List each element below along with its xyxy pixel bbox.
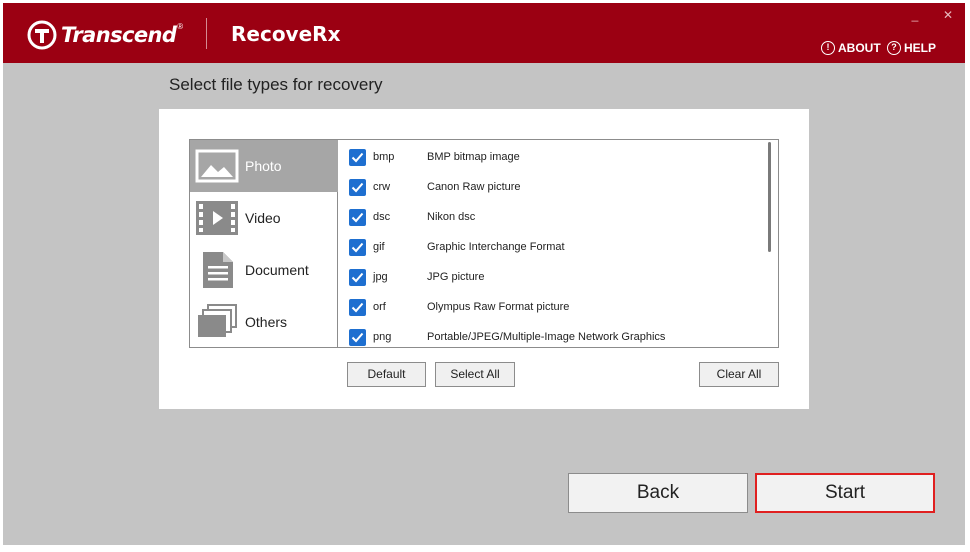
type-extension: orf: [373, 301, 386, 313]
type-description: JPG picture: [427, 271, 485, 283]
category-label: Photo: [245, 158, 282, 174]
clear-all-button[interactable]: Clear All: [699, 362, 779, 387]
type-checkbox[interactable]: [349, 178, 366, 196]
transcend-logo: Transcend ®: [27, 20, 183, 50]
category-photo[interactable]: Photo: [190, 140, 338, 192]
file-type-card: Photo Video Document Others bmp BMP bitm…: [159, 109, 809, 409]
type-description: Portable/JPEG/Multiple-Image Network Gra…: [427, 331, 666, 343]
category-document[interactable]: Document: [190, 244, 338, 296]
select-all-button[interactable]: Select All: [435, 362, 515, 387]
document-icon: [203, 252, 233, 288]
start-button[interactable]: Start: [755, 473, 935, 513]
type-description: Nikon dsc: [427, 211, 476, 223]
file-type-scrollbar[interactable]: [766, 140, 778, 347]
others-icon: [198, 304, 237, 337]
list-item: gif Graphic Interchange Format: [339, 232, 765, 262]
list-item: bmp BMP bitmap image: [339, 142, 765, 172]
list-item: png Portable/JPEG/Multiple-Image Network…: [339, 322, 765, 347]
brand-name: Transcend: [61, 23, 177, 47]
type-description: BMP bitmap image: [427, 151, 520, 163]
category-video[interactable]: Video: [190, 192, 338, 244]
list-item: dsc Nikon dsc: [339, 202, 765, 232]
type-description: Graphic Interchange Format: [427, 241, 565, 253]
checkmark-icon: [351, 152, 364, 162]
help-label: HELP: [904, 41, 937, 55]
photo-icon: [195, 149, 239, 183]
list-item: orf Olympus Raw Format picture: [339, 292, 765, 322]
type-extension: crw: [373, 181, 391, 193]
category-label: Document: [245, 262, 309, 278]
about-label: ABOUT: [838, 41, 881, 55]
file-type-panel: Photo Video Document Others bmp BMP bitm…: [189, 139, 779, 348]
minimize-button[interactable]: _: [907, 7, 923, 23]
checkmark-icon: [351, 212, 364, 222]
type-extension: dsc: [373, 211, 391, 223]
checkmark-icon: [351, 302, 364, 312]
registered-mark: ®: [177, 22, 184, 31]
type-extension: gif: [373, 241, 385, 253]
page-heading: Select file types for recovery: [169, 75, 383, 94]
about-link[interactable]: ! ABOUT: [821, 40, 881, 56]
category-label: Others: [245, 314, 288, 330]
checkmark-icon: [351, 182, 364, 192]
type-extension: png: [373, 331, 392, 343]
app-window: Transcend ® RecoveRx _ ✕ ! ABOUT ? HELP …: [3, 3, 965, 545]
type-description: Canon Raw picture: [427, 181, 521, 193]
type-checkbox[interactable]: [349, 208, 366, 226]
back-button[interactable]: Back: [568, 473, 748, 513]
type-checkbox[interactable]: [349, 268, 366, 286]
category-label: Video: [245, 210, 281, 226]
close-button[interactable]: ✕: [940, 7, 956, 23]
app-title: RecoveRx: [231, 22, 341, 46]
list-item: jpg JPG picture: [339, 262, 765, 292]
category-list: Photo Video Document Others: [190, 140, 338, 347]
default-button[interactable]: Default: [347, 362, 426, 387]
category-others[interactable]: Others: [190, 296, 338, 348]
scrollbar-thumb[interactable]: [768, 142, 771, 252]
type-checkbox[interactable]: [349, 148, 366, 166]
help-link[interactable]: ? HELP: [887, 40, 936, 56]
type-extension: bmp: [373, 151, 395, 163]
checkmark-icon: [351, 332, 364, 342]
type-extension: jpg: [373, 271, 388, 283]
info-icon: !: [821, 41, 835, 55]
transcend-logo-icon: [27, 20, 57, 50]
list-item: crw Canon Raw picture: [339, 172, 765, 202]
type-description: Olympus Raw Format picture: [427, 301, 570, 313]
question-icon: ?: [887, 41, 901, 55]
type-checkbox[interactable]: [349, 298, 366, 316]
type-checkbox[interactable]: [349, 238, 366, 256]
title-divider: [206, 18, 207, 49]
type-checkbox[interactable]: [349, 328, 366, 346]
checkmark-icon: [351, 272, 364, 282]
file-type-list: bmp BMP bitmap image crw Canon Raw pictu…: [339, 140, 765, 347]
video-icon: [196, 201, 238, 235]
checkmark-icon: [351, 242, 364, 252]
title-bar: Transcend ® RecoveRx _ ✕ ! ABOUT ? HELP: [3, 3, 965, 63]
